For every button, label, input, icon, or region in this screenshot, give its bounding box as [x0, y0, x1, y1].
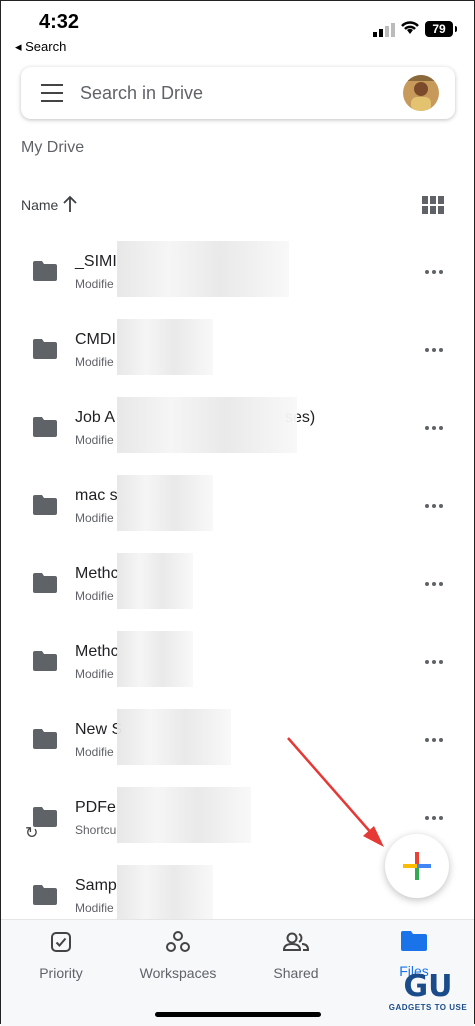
tab-label: Workspaces [139, 965, 217, 981]
tab-priority[interactable]: Priority [6, 930, 116, 981]
new-button[interactable] [385, 834, 449, 898]
tab-label: Priority [39, 965, 83, 981]
check-square-icon [51, 932, 71, 952]
watermark-logo: GU GADGETS TO USE [386, 971, 470, 1019]
tab-shared[interactable]: Shared [241, 930, 351, 981]
home-indicator [155, 1012, 321, 1017]
watermark-logo-mark: GU [403, 969, 453, 1004]
tab-label: Shared [273, 965, 319, 981]
workspaces-icon [166, 931, 190, 952]
folder-icon [401, 931, 427, 951]
people-icon [282, 932, 310, 951]
bottom-navigation: Priority Workspaces Shared Files GU GADG… [1, 919, 474, 1026]
tab-workspaces[interactable]: Workspaces [123, 930, 233, 981]
watermark-text: GADGETS TO USE [388, 1003, 468, 1012]
